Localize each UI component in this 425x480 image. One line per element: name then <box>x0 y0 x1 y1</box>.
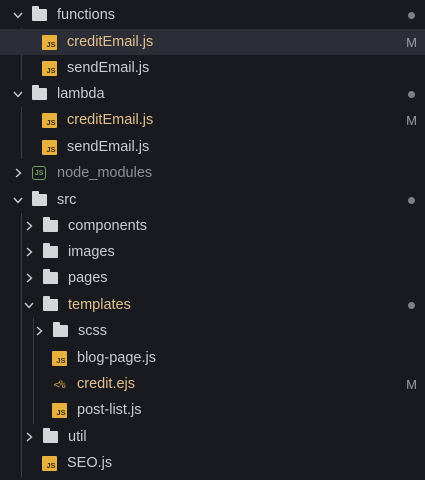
folder-icon <box>42 428 58 445</box>
tree-row-folder-templates[interactable]: templates <box>0 292 425 318</box>
modified-dot-indicator <box>408 90 415 98</box>
tree-item-label: pages <box>68 270 108 286</box>
javascript-file-icon: JS <box>51 350 67 366</box>
tree-row-file-creditEmail-js[interactable]: JS creditEmail.js M <box>0 29 425 55</box>
chevron-down-icon[interactable] <box>13 193 23 207</box>
chevron-right-icon[interactable] <box>13 166 23 180</box>
tree-row-folder-images[interactable]: images <box>0 239 425 265</box>
git-status-badge: M <box>406 376 417 392</box>
chevron-right-icon[interactable] <box>24 430 34 444</box>
tree-item-label: creditEmail.js <box>67 112 154 128</box>
javascript-file-icon: JS <box>41 139 57 155</box>
git-status-badge: M <box>406 34 417 50</box>
tree-row-file-blog-page-js[interactable]: JS blog-page.js <box>0 345 425 371</box>
tree-item-label: sendEmail.js <box>67 60 150 76</box>
ejs-file-icon: <% <box>53 377 65 391</box>
tree-item-label: creditEmail.js <box>67 34 154 50</box>
tree-item-label: components <box>68 218 147 234</box>
javascript-file-icon: JS <box>41 455 57 471</box>
tree-row-file-sendEmail-js[interactable]: JS sendEmail.js <box>0 134 425 160</box>
javascript-file-icon: JS <box>41 34 57 50</box>
modified-dot-indicator <box>408 11 415 19</box>
folder-icon <box>31 191 47 208</box>
tree-row-file-credit-ejs[interactable]: <% credit.ejs M <box>0 371 425 397</box>
nodejs-icon: JS <box>31 165 47 181</box>
tree-item-label: sendEmail.js <box>67 139 150 155</box>
chevron-right-icon[interactable] <box>34 324 44 338</box>
tree-item-label: images <box>68 244 115 260</box>
tree-row-folder-lambda[interactable]: lambda <box>0 81 425 107</box>
tree-row-folder-components[interactable]: components <box>0 213 425 239</box>
folder-icon <box>42 296 58 313</box>
folder-icon <box>42 269 58 286</box>
chevron-right-icon[interactable] <box>24 219 34 233</box>
chevron-right-icon[interactable] <box>24 271 34 285</box>
tree-row-folder-util[interactable]: util <box>0 424 425 450</box>
tree-item-label: SEO.js <box>67 455 113 471</box>
tree-row-file-post-list-js[interactable]: JS post-list.js <box>0 397 425 423</box>
javascript-file-icon: JS <box>51 402 67 418</box>
tree-item-label: util <box>68 429 87 445</box>
tree-item-label: templates <box>68 297 131 313</box>
folder-icon <box>42 243 58 260</box>
file-explorer-tree: functions JS creditEmail.js M JS sendEma… <box>0 0 425 480</box>
chevron-down-icon[interactable] <box>13 87 23 101</box>
folder-icon <box>42 217 58 234</box>
tree-row-file-SEO-js[interactable]: JS SEO.js <box>0 450 425 476</box>
tree-item-label: src <box>57 192 77 208</box>
tree-row-folder-functions[interactable]: functions <box>0 2 425 28</box>
folder-icon <box>31 6 47 23</box>
chevron-right-icon[interactable] <box>24 245 34 259</box>
tree-item-label: node_modules <box>57 165 153 181</box>
tree-item-label: credit.ejs <box>77 376 136 392</box>
tree-item-label: lambda <box>57 86 105 102</box>
javascript-file-icon: JS <box>41 60 57 76</box>
chevron-down-icon[interactable] <box>13 8 23 22</box>
tree-row-file-sendEmail-js[interactable]: JS sendEmail.js <box>0 55 425 81</box>
tree-row-folder-node_modules[interactable]: JS node_modules <box>0 160 425 186</box>
folder-icon <box>52 322 68 339</box>
tree-item-label: scss <box>78 323 107 339</box>
modified-dot-indicator <box>408 301 415 309</box>
tree-row-file-creditEmail-js[interactable]: JS creditEmail.js M <box>0 107 425 133</box>
tree-row-folder-scss[interactable]: scss <box>0 318 425 344</box>
modified-dot-indicator <box>408 196 415 204</box>
javascript-file-icon: JS <box>41 112 57 128</box>
tree-row-folder-pages[interactable]: pages <box>0 265 425 291</box>
chevron-down-icon[interactable] <box>24 298 34 312</box>
tree-item-label: post-list.js <box>77 402 142 418</box>
tree-item-label: functions <box>57 7 116 23</box>
tree-row-folder-src[interactable]: src <box>0 187 425 213</box>
folder-icon <box>31 85 47 102</box>
git-status-badge: M <box>406 112 417 128</box>
tree-item-label: blog-page.js <box>77 350 156 366</box>
